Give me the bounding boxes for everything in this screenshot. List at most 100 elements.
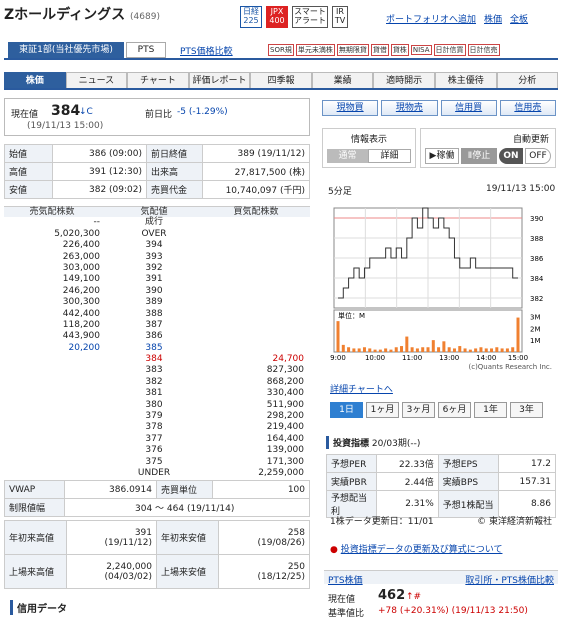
volume-bar bbox=[378, 349, 382, 352]
tab-results[interactable]: 業績 bbox=[311, 72, 374, 88]
range-6m-button[interactable]: 6ヶ月 bbox=[438, 402, 471, 418]
pts-tab[interactable]: PTS bbox=[126, 42, 166, 58]
bid-volume: 171,300 bbox=[266, 456, 304, 467]
tab-analysis[interactable]: 分析 bbox=[496, 72, 559, 88]
ask-volume bbox=[4, 400, 106, 411]
board-row: 20,200 385 bbox=[4, 343, 310, 354]
board-row: 118,200 387 bbox=[4, 320, 310, 331]
volume-bar bbox=[357, 348, 361, 352]
price-level: OVER bbox=[141, 228, 167, 239]
margin-sell-button[interactable]: 信用売 bbox=[499, 100, 556, 116]
range-1d-button[interactable]: 1日 bbox=[330, 402, 363, 418]
ask-volume bbox=[4, 457, 106, 468]
detail-view-button[interactable]: 詳細 bbox=[368, 149, 411, 163]
info-display-label: 情報表示 bbox=[350, 135, 387, 145]
board-row: 378 219,400 bbox=[4, 422, 310, 434]
auto-update-box: 自動更新 ▶稼働 Ⅱ停止 ON OFF bbox=[420, 128, 556, 168]
top-links: ポートフォリオへ追加 株価 全板 bbox=[386, 12, 528, 25]
board-header: 売気配株数 気配値 買気配株数 bbox=[4, 206, 310, 218]
pts-compare-link-2[interactable]: 取引所・PTS株価比較 bbox=[465, 573, 554, 586]
bid-volume bbox=[208, 286, 310, 297]
bid-volume bbox=[208, 274, 310, 285]
volume-bar bbox=[468, 349, 472, 352]
bid-volume bbox=[208, 217, 310, 228]
board-row: -- 成行 bbox=[4, 217, 310, 228]
tab-benefits[interactable]: 株主優待 bbox=[434, 72, 497, 88]
price-level: 387 bbox=[145, 319, 163, 330]
range-3y-button[interactable]: 3年 bbox=[510, 402, 543, 418]
price-arrow: ↓C bbox=[79, 107, 93, 117]
auto-update-label: 自動更新 bbox=[512, 135, 549, 145]
order-board: 売気配株数 気配値 買気配株数 -- 成行 5,020,300 OVER 226,400 39… bbox=[4, 206, 310, 480]
normal-view-button[interactable]: 通常 bbox=[327, 149, 368, 163]
jpx400-icon[interactable]: JPX 400 bbox=[266, 6, 288, 28]
bid-volume bbox=[208, 331, 310, 342]
volume-bar bbox=[389, 349, 393, 352]
ask-volume: 226,400 bbox=[62, 240, 100, 251]
price-level: 390 bbox=[145, 285, 163, 296]
ask-volume bbox=[4, 434, 106, 445]
detail-chart-link[interactable]: 詳細チャートへ bbox=[330, 382, 393, 395]
price-tick-label: 386 bbox=[530, 255, 544, 263]
price-level: 386 bbox=[145, 331, 163, 342]
board-row: 375 171,300 bbox=[4, 456, 310, 468]
smart-alert-icon[interactable]: スマート アラート bbox=[292, 6, 328, 28]
tab-stock[interactable]: 株価 bbox=[4, 72, 66, 88]
add-portfolio-link[interactable]: ポートフォリオへ追加 bbox=[386, 12, 476, 25]
board-row: 381 330,400 bbox=[4, 388, 310, 400]
market-select-button[interactable]: 東証1部(当社優先市場) bbox=[8, 42, 124, 58]
volume-bar bbox=[352, 348, 356, 352]
tab-disclosure[interactable]: 適時開示 bbox=[373, 72, 435, 88]
ytd-table: 年初来高値 391 (19/11/12) 年初来安値 258 (19/08/26) 上場来… bbox=[4, 520, 310, 589]
pts-price-link[interactable]: PTS株価 bbox=[328, 573, 363, 586]
tab-chart[interactable]: チャート bbox=[127, 72, 189, 88]
x-tick-label: 15:00 bbox=[508, 354, 528, 362]
price-level: 379 bbox=[145, 411, 163, 422]
range-1y-button[interactable]: 1年 bbox=[474, 402, 507, 418]
price-tick-label: 390 bbox=[530, 215, 543, 223]
board-row: 303,000 392 bbox=[4, 263, 310, 274]
price-chart: 382 384 386 388 390 1M 2M 3M 9:00 10:00 11:00 13:… bbox=[330, 207, 552, 371]
volume-bar bbox=[431, 340, 435, 352]
spot-buy-button[interactable]: 現物買 bbox=[322, 100, 379, 116]
tab-shikiho[interactable]: 四季報 bbox=[250, 72, 312, 88]
board-row: 379 298,200 bbox=[4, 411, 310, 423]
indicator-source: © 東洋経済新報社 bbox=[477, 517, 552, 527]
volume-bar bbox=[442, 341, 446, 352]
tab-news[interactable]: ニュース bbox=[65, 72, 128, 88]
tab-report[interactable]: 評価レポート bbox=[188, 72, 251, 88]
margin-buy-button[interactable]: 信用買 bbox=[440, 100, 497, 116]
volume-bar bbox=[516, 317, 520, 352]
board-row: 380 511,900 bbox=[4, 399, 310, 412]
ir-tv-icon[interactable]: IR TV bbox=[332, 6, 348, 28]
full-board-link[interactable]: 全板 bbox=[510, 12, 528, 25]
alert-icon: ● bbox=[330, 545, 341, 555]
range-1m-button[interactable]: 1ヶ月 bbox=[366, 402, 399, 418]
stock-price-link[interactable]: 株価 bbox=[484, 12, 502, 25]
spot-sell-button[interactable]: 現物売 bbox=[381, 100, 438, 116]
auto-on-toggle[interactable]: ON bbox=[499, 148, 523, 164]
bid-volume bbox=[208, 229, 310, 240]
price-tick-label: 384 bbox=[530, 275, 544, 283]
badge: 日計信売 bbox=[467, 44, 500, 56]
chart-time: 19/11/13 15:00 bbox=[486, 184, 556, 194]
auto-off-toggle[interactable]: OFF bbox=[525, 148, 551, 164]
pts-compare-link[interactable]: PTS価格比較 bbox=[180, 44, 233, 57]
play-button[interactable]: ▶稼働 bbox=[425, 148, 459, 164]
bid-volume: 2,259,000 bbox=[258, 467, 304, 478]
prev-diff-label: 前日比 bbox=[145, 110, 173, 120]
x-tick-label: 14:00 bbox=[476, 354, 496, 362]
board-row: 246,200 390 bbox=[4, 286, 310, 297]
ask-volume bbox=[4, 354, 106, 365]
pts-header: PTS株価 取引所・PTS株価比較 bbox=[324, 570, 558, 586]
ask-volume bbox=[4, 422, 106, 433]
range-3m-button[interactable]: 3ヶ月 bbox=[402, 402, 435, 418]
volume-bar bbox=[452, 348, 456, 352]
indicator-notice-link[interactable]: 投資指標データの更新及び算式について bbox=[341, 545, 503, 555]
indicator-notice: ● 投資指標データの更新及び算式について bbox=[330, 542, 502, 555]
stop-button[interactable]: Ⅱ停止 bbox=[461, 148, 497, 164]
nikkei225-icon[interactable]: 日経 225 bbox=[240, 6, 262, 28]
price-level: 391 bbox=[145, 274, 163, 285]
volume-bar bbox=[505, 348, 509, 352]
indicator-updated: 1株データ更新日：11/01 bbox=[330, 517, 434, 527]
